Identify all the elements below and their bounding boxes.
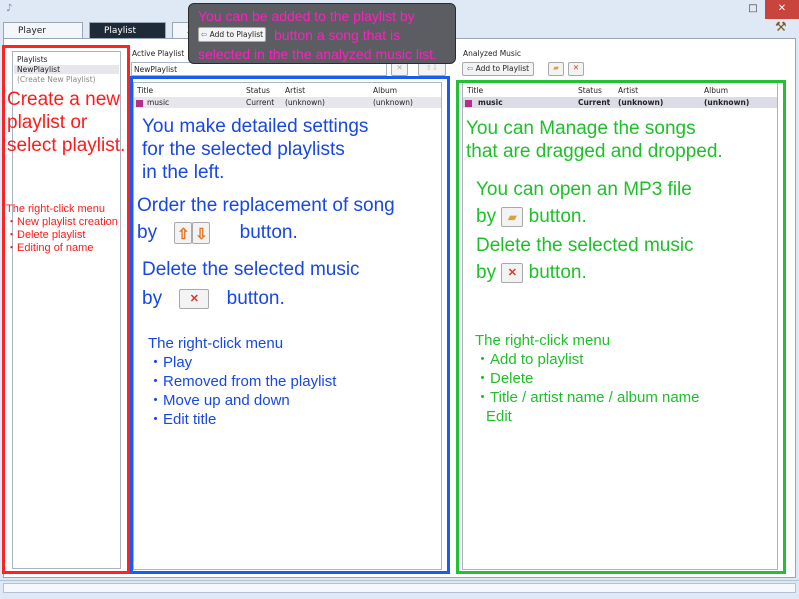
callout-tooltip: You can be added to the playlist by ⇦ Ad… <box>188 3 456 64</box>
arrow-left-icon: ⇦ <box>466 64 474 73</box>
note-red-menu: The right-click menu ・New playlist creat… <box>6 203 118 254</box>
note-blue-p2: Order the replacement of song by ⇧ ⇩ butt… <box>137 195 395 244</box>
delete-music-button[interactable]: ✕ <box>568 62 584 76</box>
note-red-main: Create a new playlist or select playlist… <box>7 89 126 156</box>
move-up-down-buttons[interactable]: ⇧⇩ <box>418 62 446 76</box>
arrow-left-icon: ⇦ <box>200 30 208 39</box>
note-blue-p3: Delete the selected music by ✕ button. <box>142 259 360 309</box>
close-button[interactable]: ✕ <box>765 0 799 19</box>
callout-add-label: Add to Playlist <box>209 30 264 39</box>
add-to-playlist-button[interactable]: ⇦ Add to Playlist <box>462 62 534 76</box>
callout-line2: button a song that is <box>274 27 401 43</box>
delete-example-button: ✕ <box>501 262 524 283</box>
remove-from-playlist-button[interactable]: ✕ <box>391 62 408 76</box>
add-to-playlist-label: Add to Playlist <box>475 64 530 73</box>
open-mp3-button[interactable]: ▰ <box>548 62 564 76</box>
delete-example-button: ✕ <box>179 288 210 309</box>
callout-add-button: ⇦ Add to Playlist <box>198 27 266 42</box>
open-mp3-example-button: ▰ <box>501 206 524 227</box>
tab-player[interactable]: Player <box>3 22 83 38</box>
playlist-name-field[interactable]: NewPlaylist <box>131 62 387 76</box>
note-green-p3: Delete the selected music by ✕ button. <box>476 235 694 283</box>
app-icon: ♪ <box>6 3 13 14</box>
note-green-p2: You can open an MP3 file by ▰ button. <box>476 179 692 227</box>
status-strip <box>3 583 796 593</box>
analyzed-music-label: Analyzed Music <box>463 49 522 58</box>
note-green-p1: You can Manage the songs that are dragge… <box>466 118 723 162</box>
playlist-name-value: NewPlaylist <box>134 65 178 74</box>
note-green-menu: The right-click menu ・Add to playlist ・D… <box>475 332 700 425</box>
note-blue-menu: The right-click menu ・Play ・Removed from… <box>148 335 337 428</box>
active-playlist-label: Active Playlist <box>132 49 185 58</box>
move-up-example-button: ⇧ <box>174 221 193 244</box>
delete-icon: ✕ <box>572 63 580 72</box>
tab-playlist[interactable]: Playlist <box>89 22 166 38</box>
callout-line3: selected in the the analyzed music list. <box>198 46 437 62</box>
folder-icon: ▰ <box>553 63 559 72</box>
callout-line1: You can be added to the playlist by <box>198 8 415 24</box>
note-blue-p1: You make detailed settings for the selec… <box>142 116 369 183</box>
maximize-button[interactable]: □ <box>742 0 764 19</box>
tools-icon[interactable]: ⚒ <box>775 20 793 38</box>
move-down-example-button: ⇩ <box>192 221 211 244</box>
